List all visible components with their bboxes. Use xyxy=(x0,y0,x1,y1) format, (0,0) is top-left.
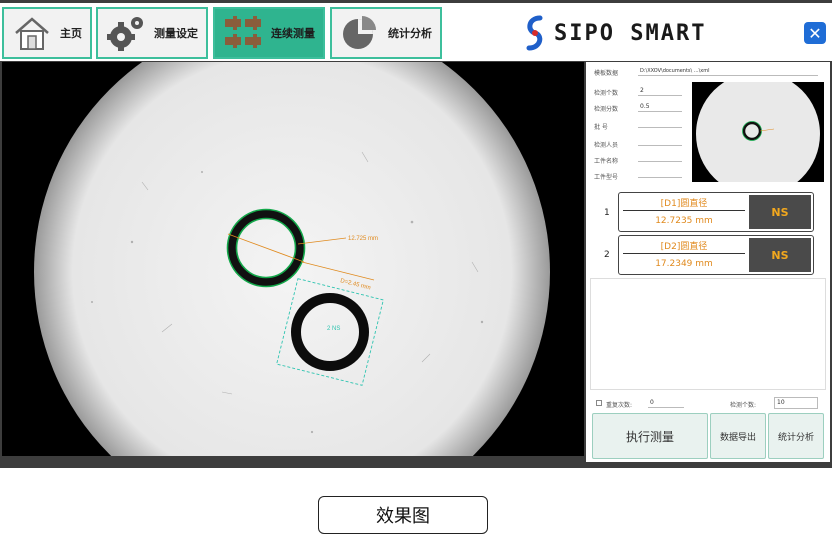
caption-text: 效果图 xyxy=(376,506,430,527)
result-status-1: NS xyxy=(749,195,811,229)
caption-box: 效果图 xyxy=(318,496,488,534)
batch-field[interactable] xyxy=(638,118,682,128)
repeat-value: 0 xyxy=(650,399,654,406)
stats-analysis-label: 统计分析 xyxy=(777,432,814,443)
result-title-2: [D2]圆直径 xyxy=(660,242,708,252)
inspector-label: 检测人员 xyxy=(594,142,619,149)
circle2-label: 2 NS xyxy=(327,326,340,332)
result-value-1: 12.7235 mm xyxy=(655,216,713,226)
detect-count-value: 10 xyxy=(777,399,785,406)
result-card-2: [D2]圆直径 17.2349 mm NS xyxy=(618,235,814,275)
nav-settings-button[interactable]: 测量设定 xyxy=(96,7,208,59)
detect-count-field[interactable]: 10 xyxy=(774,397,818,409)
result-card-1: [D1]圆直径 12.7235 mm NS xyxy=(618,192,814,232)
template-field[interactable]: D:\XXOV\documents\ ...\xml xyxy=(638,66,818,76)
gear-icon xyxy=(104,11,148,55)
repeat-label: 重复次数: xyxy=(606,402,633,409)
top-toolbar: 主页 测量设定 连续测量 统计分析 SIPO SMART ✕ xyxy=(0,3,832,61)
nav-settings-label: 测量设定 xyxy=(154,27,198,40)
nav-home-label: 主页 xyxy=(60,27,82,40)
close-button[interactable]: ✕ xyxy=(804,22,826,44)
run-measurement-label: 执行测量 xyxy=(625,429,674,444)
template-label: 模板数据 xyxy=(594,70,619,77)
precision-label: 检测分数 xyxy=(594,106,619,113)
measurement-image: 12.725 mm D=2.45 mm 2 NS xyxy=(2,62,584,456)
result-divider xyxy=(623,210,745,211)
camera-view[interactable]: 12.725 mm D=2.45 mm 2 NS xyxy=(2,62,584,456)
pie-chart-icon xyxy=(338,11,382,55)
stats-analysis-button[interactable]: 统计分析 xyxy=(768,413,824,459)
count-label: 检测个数 xyxy=(594,90,619,97)
brand-logo: SIPO SMART xyxy=(522,15,706,51)
results-list-area xyxy=(590,278,826,390)
repeat-checkbox[interactable] xyxy=(596,400,602,406)
precision-value: 0.5 xyxy=(640,103,650,110)
export-data-button[interactable]: 数据导出 xyxy=(710,413,766,459)
export-data-label: 数据导出 xyxy=(719,432,756,443)
result-value-2: 17.2349 mm xyxy=(655,259,713,269)
puzzle-icon xyxy=(221,11,265,55)
logo-mark-icon xyxy=(526,15,543,51)
nav-continuous-label: 连续测量 xyxy=(271,27,315,40)
app-window: 主页 测量设定 连续测量 统计分析 SIPO SMART ✕ 12.725 mm… xyxy=(0,0,832,468)
circle1-label: 12.725 mm xyxy=(348,236,378,242)
nav-home-button[interactable]: 主页 xyxy=(2,7,92,59)
batch-label: 批 号 xyxy=(594,124,608,131)
precision-select[interactable]: 0.5 xyxy=(638,102,682,112)
detect-count-label: 检测个数: xyxy=(730,402,757,409)
part-model-field[interactable] xyxy=(638,168,682,178)
part-name-label: 工件名称 xyxy=(594,158,619,165)
inspector-field[interactable] xyxy=(638,136,682,146)
result-index-1: 1 xyxy=(604,208,610,218)
logo-text: SIPO SMART xyxy=(554,20,707,46)
close-icon: ✕ xyxy=(808,23,822,43)
right-panel: 模板数据 D:\XXOV\documents\ ...\xml 检测个数 2 检… xyxy=(586,62,830,462)
preview-thumbnail xyxy=(692,82,824,182)
nav-continuous-button[interactable]: 连续测量 xyxy=(213,7,325,59)
home-icon xyxy=(10,11,54,55)
result-index-2: 2 xyxy=(604,250,610,260)
result-status-2: NS xyxy=(749,238,811,272)
part-model-label: 工件型号 xyxy=(594,174,619,181)
repeat-stepper[interactable]: 0 xyxy=(648,398,684,408)
result-divider xyxy=(623,253,745,254)
run-measurement-button[interactable]: 执行测量 xyxy=(592,413,708,459)
nav-stats-button[interactable]: 统计分析 xyxy=(330,7,442,59)
part-name-field[interactable] xyxy=(638,152,682,162)
template-value: D:\XXOV\documents\ ...\xml xyxy=(640,68,710,74)
count-value: 2 xyxy=(640,87,644,94)
nav-stats-label: 统计分析 xyxy=(388,27,432,40)
count-stepper[interactable]: 2 xyxy=(638,86,682,96)
result-title-1: [D1]圆直径 xyxy=(660,199,708,209)
